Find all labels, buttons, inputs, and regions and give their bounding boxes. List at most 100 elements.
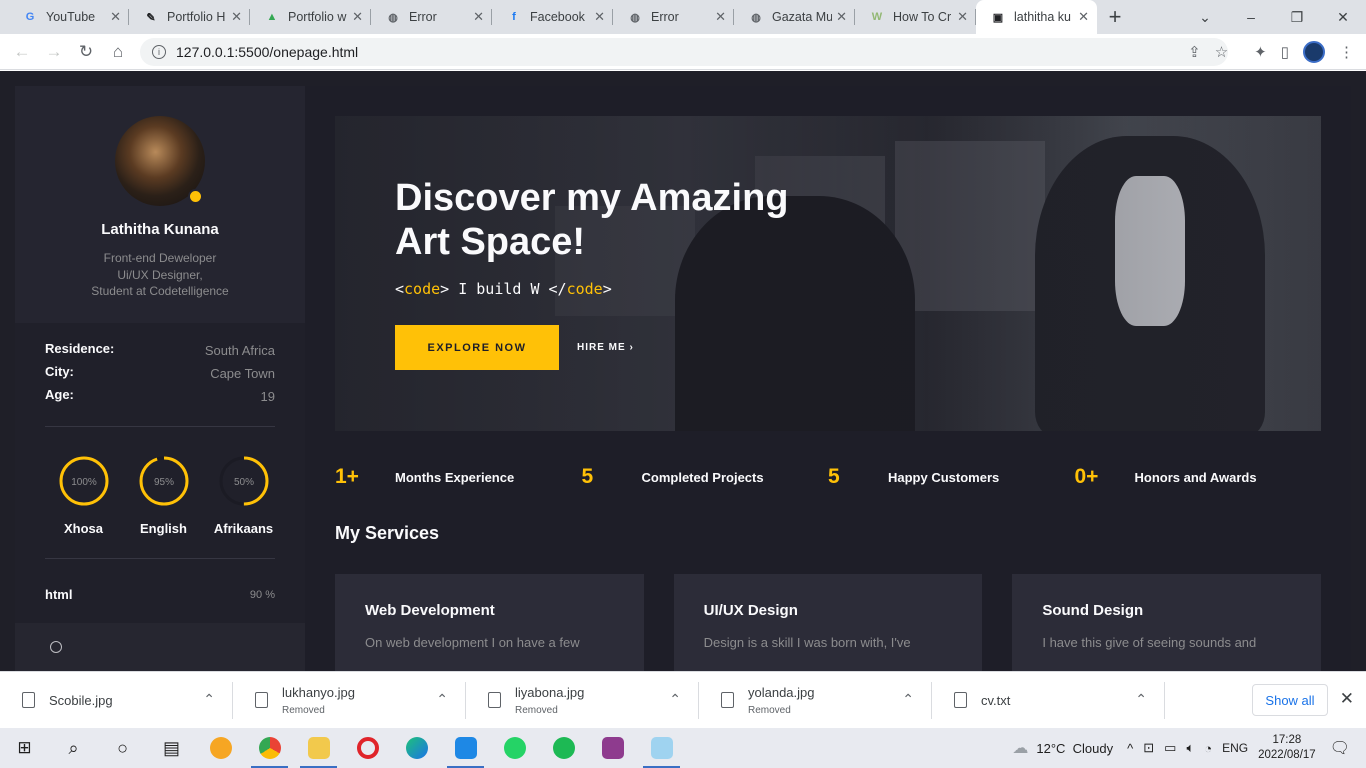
- download-item[interactable]: yolanda.jpg Removed ⌃: [699, 672, 932, 729]
- site-info-icon[interactable]: i: [152, 45, 166, 59]
- network-icon[interactable]: ⊡: [1143, 740, 1154, 756]
- close-tab-icon[interactable]: ✕: [110, 9, 121, 25]
- chevron-up-icon[interactable]: ⌃: [203, 691, 215, 708]
- restore-button[interactable]: ❐: [1274, 9, 1320, 26]
- chevron-up-icon[interactable]: ⌃: [669, 691, 681, 708]
- wifi-icon[interactable]: ◔: [1204, 741, 1212, 756]
- hire-me-label: HIRE ME: [577, 342, 626, 353]
- tab-title: Error: [409, 10, 437, 24]
- hero-title-line: Discover my Amazing: [395, 177, 789, 219]
- role-line: Ui/UX Designer,: [117, 267, 203, 282]
- time-text: 17:28: [1272, 734, 1302, 746]
- side-panel-icon[interactable]: ▯: [1281, 43, 1289, 61]
- new-tab-button[interactable]: +: [1097, 0, 1133, 34]
- google-icon: G: [25, 11, 35, 23]
- notifications-icon[interactable]: 🗨︎: [1330, 738, 1350, 758]
- browser-tab[interactable]: ◍ Gazata Mu ✕: [734, 0, 855, 34]
- spotify-icon[interactable]: [539, 728, 588, 768]
- info-label: Age:: [45, 387, 74, 402]
- hire-me-link[interactable]: HIRE ME ›: [577, 342, 634, 353]
- skill-value: 90 %: [249, 588, 275, 601]
- task-view-icon[interactable]: ▤: [147, 728, 196, 768]
- close-tab-icon[interactable]: ✕: [1078, 9, 1089, 25]
- download-item[interactable]: Scobile.jpg ⌃: [0, 672, 233, 729]
- download-info: yolanda.jpg Removed: [748, 685, 815, 716]
- address-bar[interactable]: i 127.0.0.1:5500/onepage.html: [140, 38, 1228, 66]
- windows-start-icon[interactable]: ⊞: [0, 728, 49, 768]
- hero-actions: EXPLORE NOW HIRE ME ›: [395, 325, 835, 370]
- info-label: City:: [45, 364, 74, 379]
- circle-icon[interactable]: [50, 641, 62, 653]
- close-tab-icon[interactable]: ✕: [231, 9, 242, 25]
- language-percent: 95%: [153, 477, 173, 488]
- battery-icon[interactable]: ▭: [1164, 740, 1176, 756]
- chevron-up-icon[interactable]: ⌃: [436, 691, 448, 708]
- tab-title: Error: [651, 10, 679, 24]
- close-downloads-bar-icon[interactable]: ✕: [1340, 689, 1354, 709]
- clock[interactable]: 17:28 2022/08/17: [1258, 733, 1316, 763]
- reload-button[interactable]: ↻: [70, 42, 102, 62]
- browser-tab-strip: G YouTube ✕ ✎ Portfolio H ✕ ▲ Portfolio w ✕ ◍ Erro…: [0, 0, 1366, 34]
- skill-row-html: html 90 %: [15, 559, 305, 602]
- download-item[interactable]: lukhanyo.jpg Removed ⌃: [233, 672, 466, 729]
- minimize-button[interactable]: –: [1228, 9, 1274, 25]
- hero-title-line: Art Space!: [395, 221, 586, 263]
- vscode-icon[interactable]: [441, 728, 490, 768]
- close-tab-icon[interactable]: ✕: [594, 9, 605, 25]
- language-indicator[interactable]: ENG: [1222, 741, 1248, 755]
- home-button[interactable]: ⌂: [102, 42, 134, 62]
- close-tab-icon[interactable]: ✕: [715, 9, 726, 25]
- download-item[interactable]: liyabona.jpg Removed ⌃: [466, 672, 699, 729]
- volume-icon[interactable]: 🔈︎: [1186, 740, 1194, 756]
- forward-button[interactable]: →: [38, 42, 70, 62]
- file-explorer-icon[interactable]: [294, 728, 343, 768]
- browser-tab[interactable]: ✎ Portfolio H ✕: [129, 0, 250, 34]
- explore-now-button[interactable]: EXPLORE NOW: [395, 325, 559, 370]
- info-value: South Africa: [204, 343, 275, 358]
- cortana-icon[interactable]: ○: [98, 728, 147, 768]
- language-percent: 100%: [71, 477, 97, 488]
- notepad-icon[interactable]: [637, 728, 686, 768]
- browser-tab[interactable]: G YouTube ✕: [8, 0, 129, 34]
- menu-icon[interactable]: ⋮: [1339, 43, 1354, 61]
- browser-tab[interactable]: W How To Cr ✕: [855, 0, 976, 34]
- share-icon[interactable]: ⇪: [1188, 43, 1201, 61]
- close-tab-icon[interactable]: ✕: [957, 9, 968, 25]
- browser-tab[interactable]: f Facebook ✕: [492, 0, 613, 34]
- download-item[interactable]: cv.txt ⌃: [932, 672, 1165, 729]
- tray-expand-icon[interactable]: ^: [1127, 741, 1133, 756]
- browser-tab[interactable]: ▣ lathitha ku ✕: [976, 0, 1097, 34]
- browser-tab[interactable]: ▲ Portfolio w ✕: [250, 0, 371, 34]
- profile-avatar[interactable]: [1303, 41, 1325, 63]
- back-button[interactable]: ←: [6, 42, 38, 62]
- date-text: 2022/08/17: [1258, 749, 1316, 761]
- chrome-taskbar-icon[interactable]: [245, 728, 294, 768]
- chevron-up-icon[interactable]: ⌃: [902, 691, 914, 708]
- browser-tab[interactable]: ◍ Error ✕: [371, 0, 492, 34]
- tab-title: Portfolio H: [167, 10, 226, 24]
- close-tab-icon[interactable]: ✕: [836, 9, 847, 25]
- close-tab-icon[interactable]: ✕: [473, 9, 484, 25]
- service-card[interactable]: Sound Design I have this give of seeing s…: [1012, 574, 1322, 671]
- tab-search-icon[interactable]: ⌄: [1182, 9, 1228, 26]
- code-bracket: </: [548, 280, 567, 298]
- browser-tab[interactable]: ◍ Error ✕: [613, 0, 734, 34]
- opera-icon[interactable]: [343, 728, 392, 768]
- close-window-button[interactable]: ✕: [1320, 9, 1366, 26]
- weather-text[interactable]: 12°C Cloudy: [1036, 741, 1113, 756]
- stat-label: Honors and Awards: [1134, 469, 1257, 485]
- service-card[interactable]: Web Development On web development I on h…: [335, 574, 644, 671]
- winrar-icon[interactable]: [588, 728, 637, 768]
- extensions-icon[interactable]: ✦: [1254, 43, 1267, 61]
- profile-header: Lathitha Kunana Front-end Deweloper Ui/U…: [15, 86, 305, 323]
- close-tab-icon[interactable]: ✕: [352, 9, 363, 25]
- bookmark-star-icon[interactable]: ☆: [1215, 43, 1228, 61]
- search-icon[interactable]: ⌕: [49, 728, 98, 768]
- whatsapp-icon[interactable]: [490, 728, 539, 768]
- service-card[interactable]: UI/UX Design Design is a skill I was born…: [673, 574, 983, 671]
- weather-app-icon[interactable]: [196, 728, 245, 768]
- chevron-up-icon[interactable]: ⌃: [1135, 691, 1147, 708]
- edge-icon[interactable]: [392, 728, 441, 768]
- page-viewport: Lathitha Kunana Front-end Deweloper Ui/U…: [0, 71, 1366, 671]
- show-all-downloads-button[interactable]: Show all: [1252, 684, 1328, 716]
